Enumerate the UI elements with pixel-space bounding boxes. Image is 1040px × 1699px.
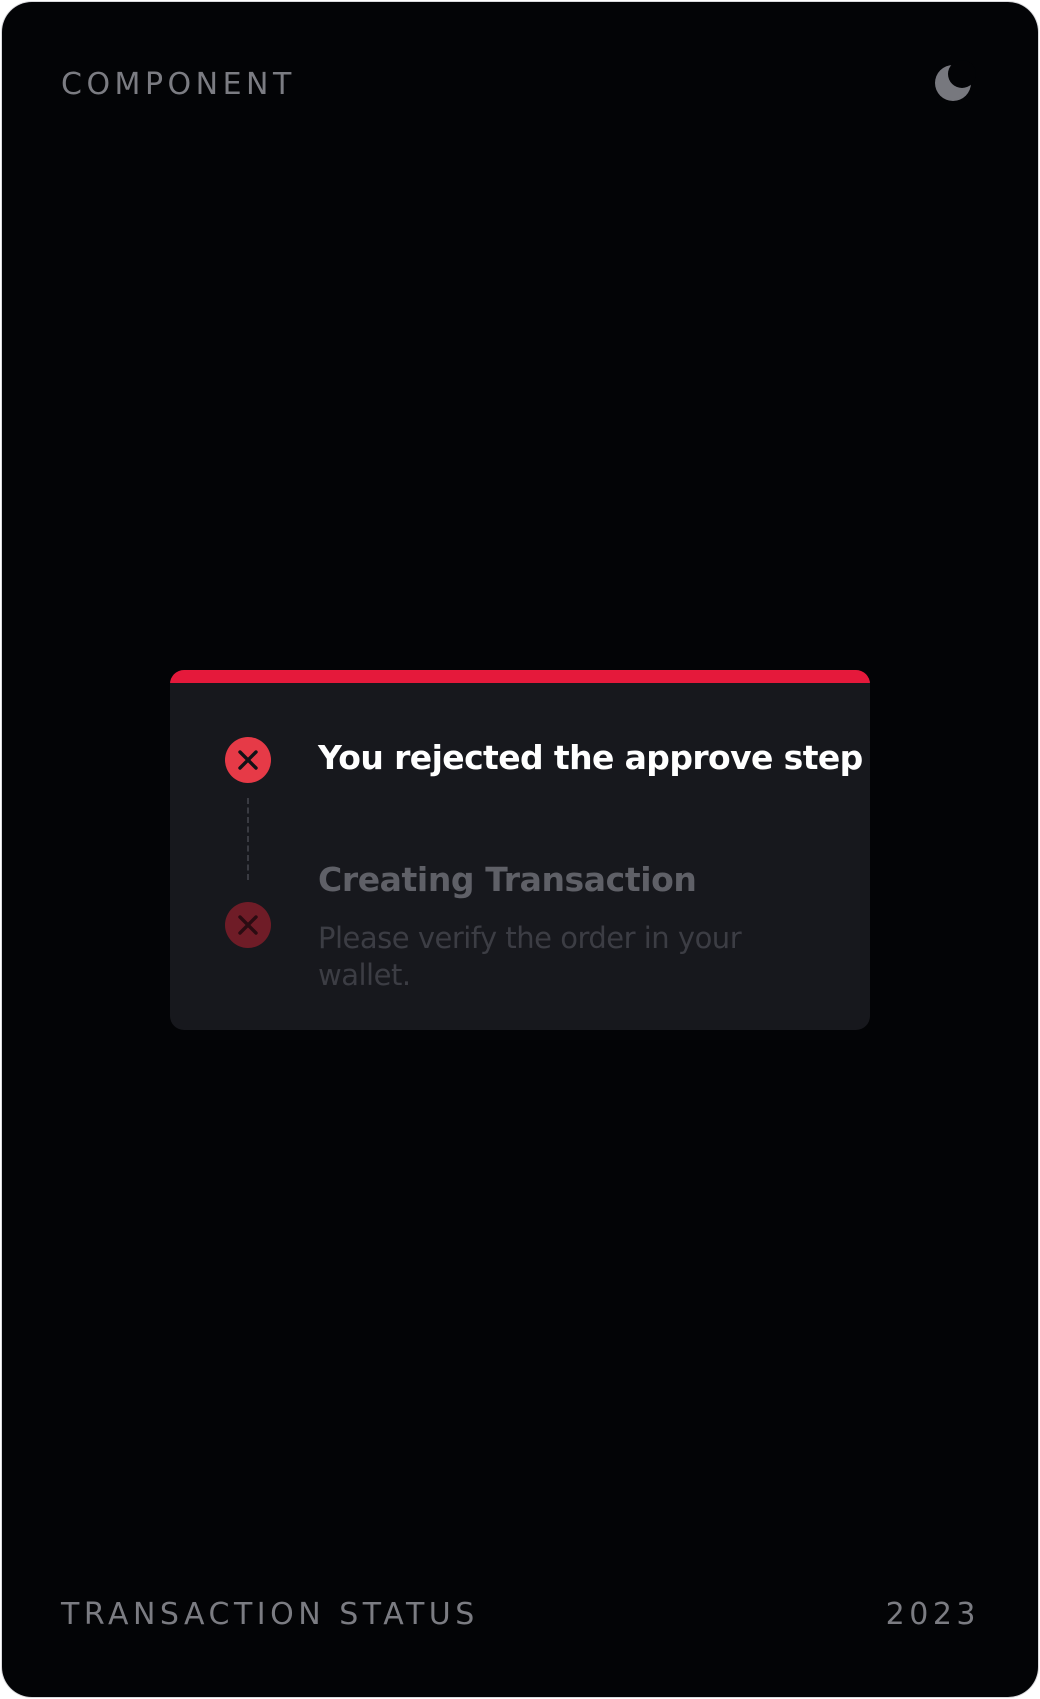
x-circle-icon: [225, 737, 271, 783]
component-frame: COMPONENT You rejected the approve step …: [2, 2, 1038, 1697]
footer-year: 2023: [885, 1597, 980, 1632]
footer-title: TRANSACTION STATUS: [61, 1597, 479, 1632]
moon-icon[interactable]: [930, 60, 976, 106]
transaction-status-card: You rejected the approve step Creating T…: [170, 670, 870, 1030]
x-circle-icon: [225, 902, 271, 948]
error-accent-bar: [170, 670, 870, 683]
step-description: Please verify the order in your wallet.: [318, 921, 742, 992]
step-title-creating-transaction: Creating Transaction: [318, 860, 697, 899]
step-connector: [247, 798, 249, 880]
step-title-rejected-approve: You rejected the approve step: [318, 738, 863, 777]
component-label: COMPONENT: [61, 67, 296, 102]
